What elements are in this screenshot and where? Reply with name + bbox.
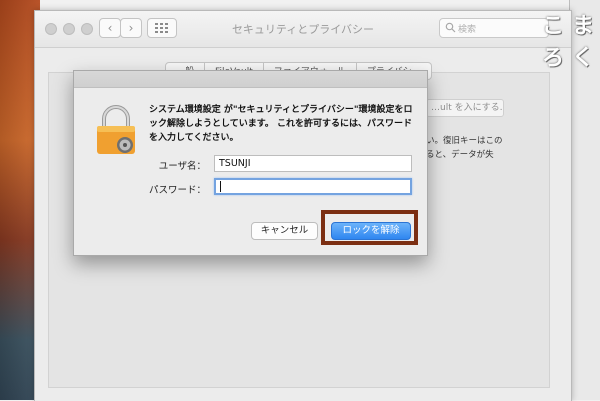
password-label: パスワード： xyxy=(148,185,206,196)
dialog-message: システム環境設定 が"セキュリティとプライバシー"環境設定をロック解除しようとし… xyxy=(149,105,413,143)
search-input[interactable]: 検索 xyxy=(439,18,549,38)
filevault-description-line: ると、データが失 xyxy=(426,150,494,160)
logo-char: ろ xyxy=(541,46,564,71)
username-field[interactable]: TSUNJI xyxy=(214,155,412,172)
text-caret xyxy=(220,181,221,192)
dialog-top-bar xyxy=(74,71,427,88)
logo-char: こ xyxy=(541,14,564,39)
title-bar: ‹ › セキュリティとプライバシー 検索 xyxy=(35,11,571,48)
cancel-button[interactable]: キャンセル xyxy=(251,222,318,240)
password-field[interactable] xyxy=(214,178,412,195)
username-label: ユーザ名： xyxy=(158,161,206,172)
filevault-description-line: い。復旧キーはこの xyxy=(426,136,503,146)
highlight-frame xyxy=(321,210,418,245)
logo-char: ま xyxy=(571,14,594,39)
lock-icon xyxy=(97,105,135,154)
site-logo: こ ま ろ く xyxy=(538,8,598,71)
search-icon xyxy=(445,22,456,33)
logo-char: く xyxy=(571,46,594,71)
search-placeholder: 検索 xyxy=(458,24,477,35)
filevault-enable-button[interactable]: …ult を入にする… xyxy=(426,99,504,117)
